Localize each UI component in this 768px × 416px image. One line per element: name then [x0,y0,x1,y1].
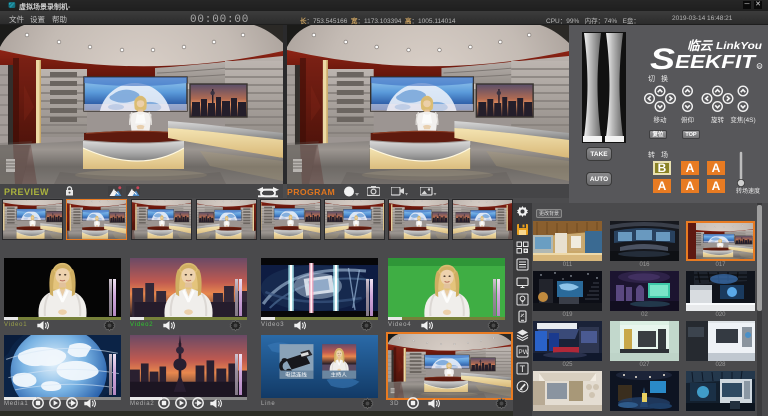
svg-text:移动: 移动 [654,115,668,124]
svg-text:旋转: 旋转 [711,115,725,124]
svg-text:变焦(4S): 变焦(4S) [730,115,755,124]
svg-text:转场速度: 转场速度 [736,187,760,195]
svg-text:俯仰: 俯仰 [681,115,694,124]
svg-text:T: T [520,364,526,374]
svg-text:PW: PW [518,349,529,356]
